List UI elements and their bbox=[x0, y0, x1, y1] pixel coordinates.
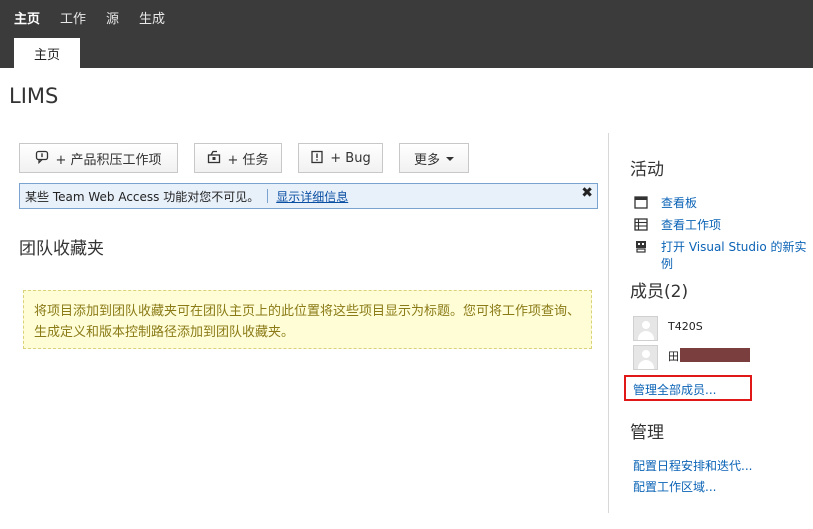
add-bug-button[interactable]: + Bug bbox=[298, 143, 383, 173]
add-bug-label: + Bug bbox=[330, 150, 371, 166]
permission-info-bar: 某些 Team Web Access 功能对您不可见。 显示详细信息 ✖ bbox=[19, 183, 598, 209]
info-separator bbox=[267, 189, 269, 203]
manage-all-members-link[interactable]: 管理全部成员... bbox=[633, 381, 716, 398]
tab-home[interactable]: 主页 bbox=[14, 38, 80, 68]
add-backlog-item-label: + 产品积压工作项 bbox=[55, 152, 162, 168]
configure-areas-link[interactable]: 配置工作区域... bbox=[633, 478, 716, 495]
chevron-down-icon bbox=[446, 157, 454, 161]
main-nav: 主页 工作 源 生成 bbox=[0, 0, 171, 34]
more-label: 更多 bbox=[413, 152, 440, 168]
team-favorites-title: 团队收藏夹 bbox=[19, 239, 104, 259]
visual-studio-icon bbox=[634, 239, 648, 253]
open-visual-studio-link[interactable]: 打开 Visual Studio 的新实例 bbox=[661, 238, 813, 272]
info-message: 某些 Team Web Access 功能对您不可见。 bbox=[25, 189, 260, 204]
add-task-button[interactable]: + 任务 bbox=[194, 143, 282, 173]
configure-schedule-link[interactable]: 配置日程安排和迭代... bbox=[633, 457, 752, 474]
add-task-label: + 任务 bbox=[227, 152, 269, 168]
bug-icon bbox=[310, 150, 324, 167]
panel-divider bbox=[608, 133, 609, 513]
view-work-items-link[interactable]: 查看工作项 bbox=[661, 216, 721, 233]
add-backlog-item-button[interactable]: + 产品积压工作项 bbox=[19, 143, 178, 173]
show-details-link[interactable]: 显示详细信息 bbox=[276, 188, 348, 205]
redacted-name bbox=[680, 348, 750, 362]
avatar bbox=[633, 316, 658, 341]
board-icon bbox=[634, 195, 648, 209]
member-name[interactable]: 田 bbox=[668, 348, 679, 364]
more-menu-button[interactable]: 更多 bbox=[399, 143, 469, 173]
top-bar: 主页 工作 源 生成 主页 bbox=[0, 0, 813, 68]
view-board-link[interactable]: 查看板 bbox=[661, 194, 697, 211]
activity-title: 活动 bbox=[630, 160, 664, 180]
nav-work[interactable]: 工作 bbox=[60, 8, 86, 27]
members-title: 成员(2) bbox=[630, 282, 689, 302]
admin-title: 管理 bbox=[630, 423, 664, 443]
member-name[interactable]: T420S bbox=[668, 320, 703, 333]
close-icon[interactable]: ✖ bbox=[581, 185, 593, 201]
backlog-icon bbox=[35, 150, 49, 167]
nav-home[interactable]: 主页 bbox=[14, 8, 40, 27]
task-icon bbox=[207, 150, 221, 167]
page-title: LIMS bbox=[9, 84, 59, 108]
nav-build[interactable]: 生成 bbox=[139, 8, 165, 27]
avatar bbox=[633, 345, 658, 370]
nav-source[interactable]: 源 bbox=[106, 8, 119, 27]
work-items-icon bbox=[634, 217, 648, 231]
team-favorites-note: 将项目添加到团队收藏夹可在团队主页上的此位置将这些项目显示为标题。您可将工作项查… bbox=[23, 290, 592, 349]
